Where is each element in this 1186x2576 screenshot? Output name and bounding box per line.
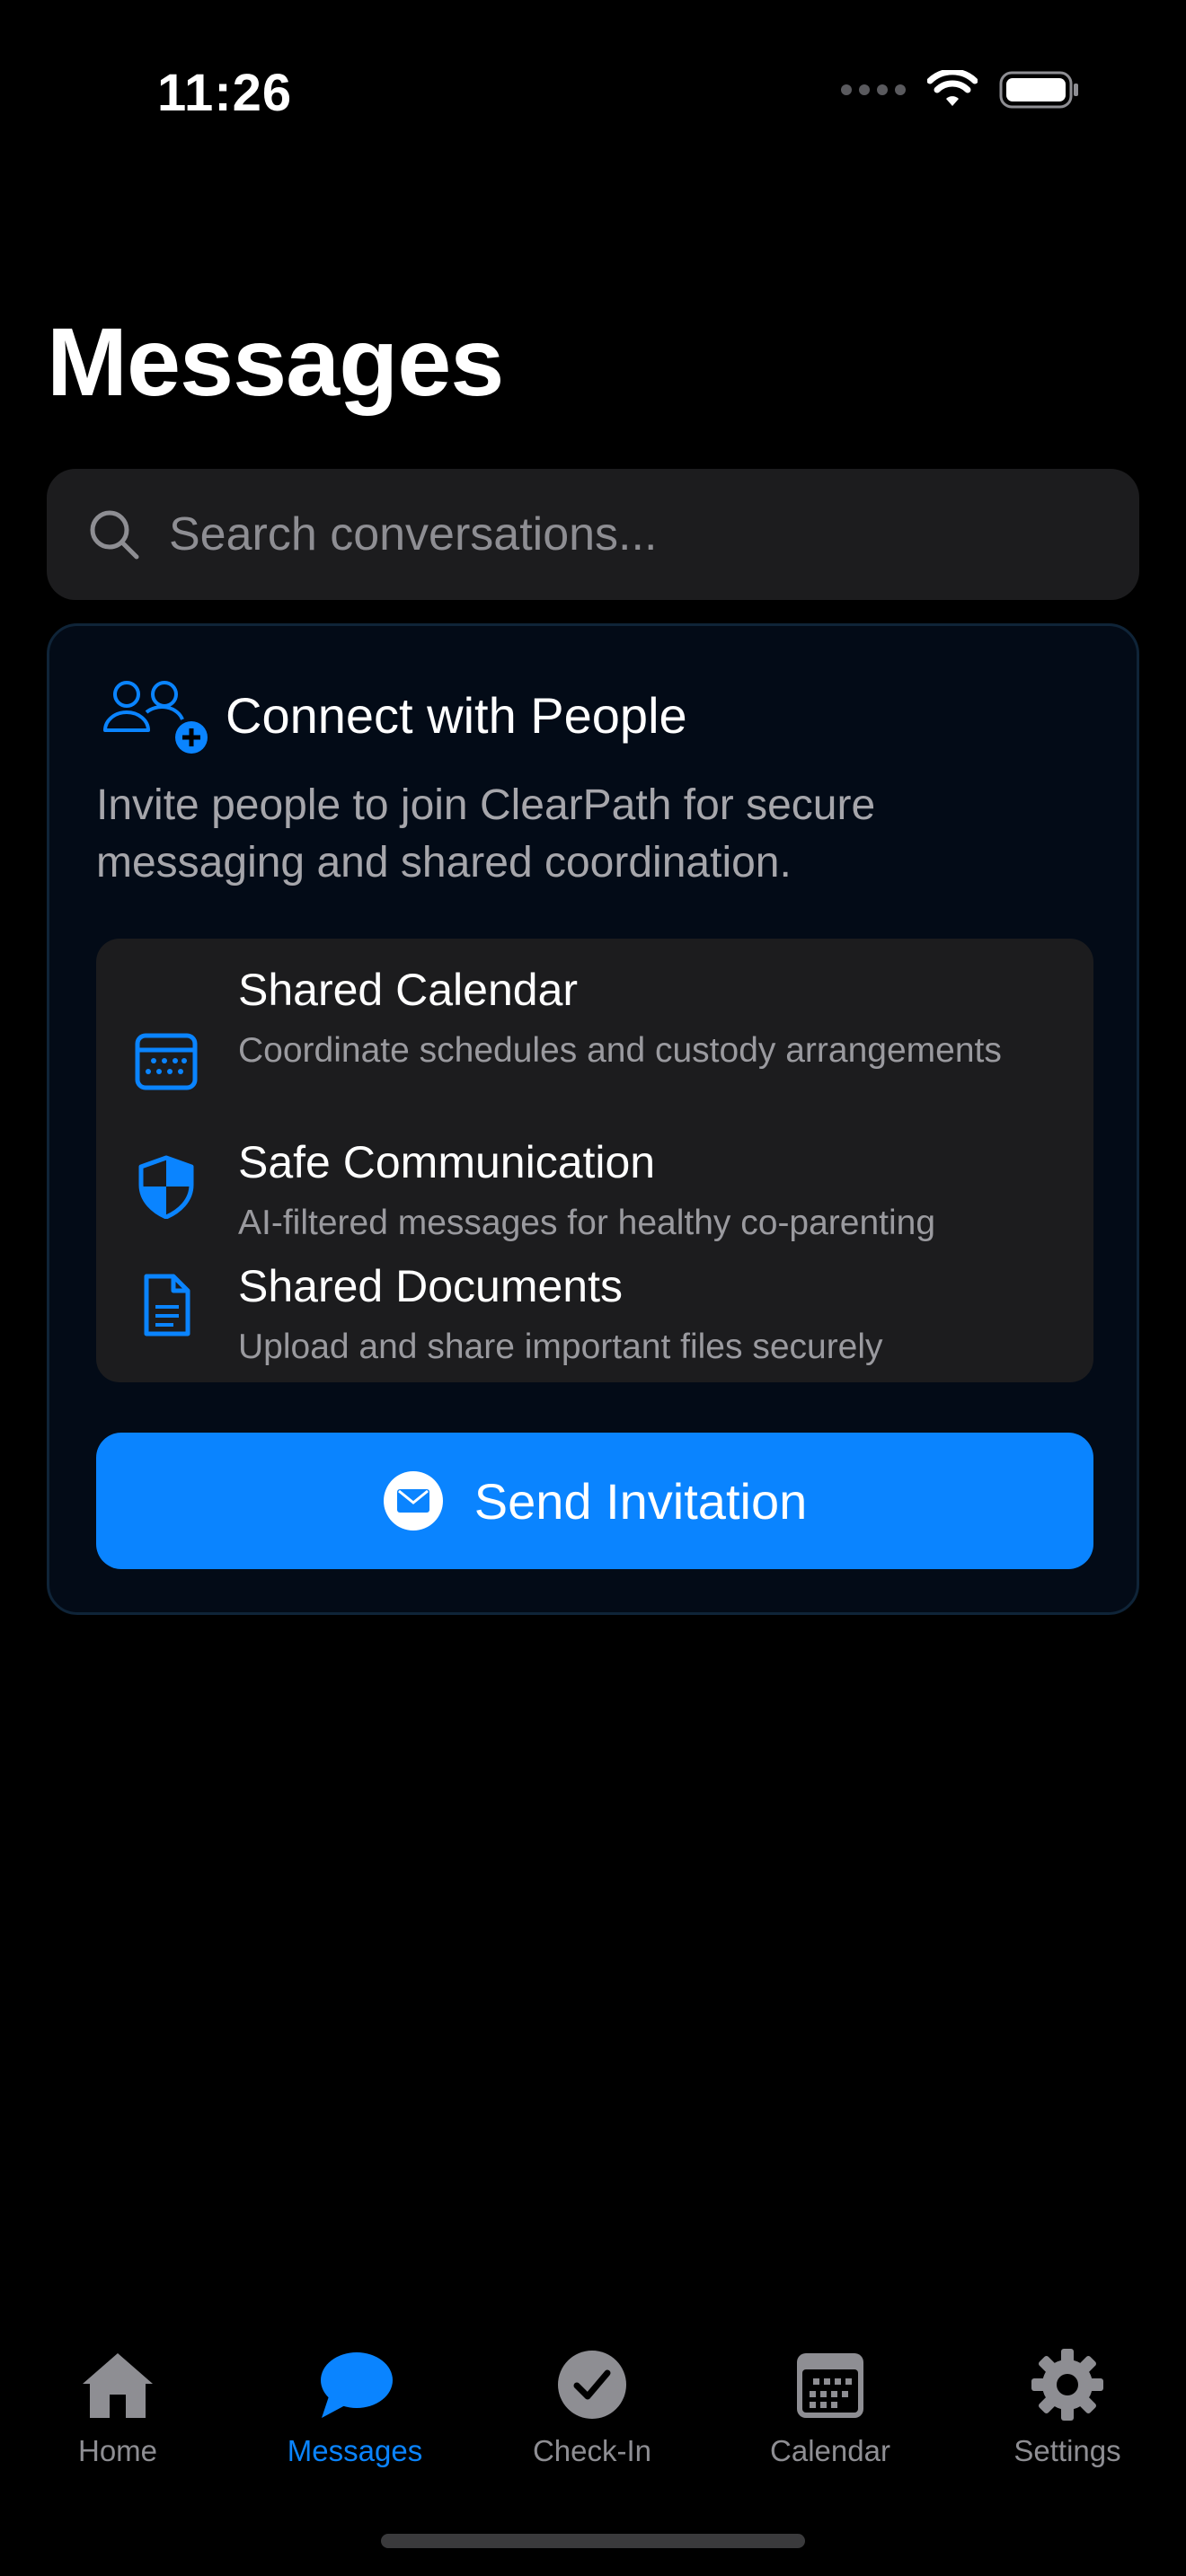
feature-title: Shared Calendar: [238, 965, 579, 1015]
tab-settings[interactable]: Settings: [978, 2332, 1157, 2468]
home-indicator: [381, 2534, 805, 2548]
search-icon: [90, 510, 139, 560]
tab-bar: Home Messages Check-In Calendar Settings: [0, 2332, 1186, 2493]
status-icons: [841, 70, 1080, 110]
tab-home[interactable]: Home: [28, 2332, 208, 2468]
connect-card: Connect with People Invite people to joi…: [47, 623, 1139, 1615]
wifi-icon: [927, 70, 978, 106]
page-title: Messages: [47, 307, 504, 416]
search-input[interactable]: [169, 507, 1139, 561]
tab-label: Messages: [287, 2434, 423, 2467]
search-bar[interactable]: [47, 469, 1139, 600]
feature-title: Safe Communication: [238, 1137, 656, 1187]
calendar-icon: [797, 2353, 863, 2418]
tab-check-in[interactable]: Check-In: [502, 2332, 682, 2468]
tab-label: Calendar: [770, 2434, 890, 2467]
feature-subtitle: Upload and share important files securel…: [238, 1328, 883, 1366]
house-icon: [83, 2353, 153, 2418]
tab-calendar[interactable]: Calendar: [740, 2332, 920, 2468]
cellular-signal-icon: [841, 84, 906, 95]
tab-messages[interactable]: Messages: [265, 2332, 445, 2468]
feature-subtitle: AI-filtered messages for healthy co-pare…: [238, 1204, 936, 1242]
send-invitation-button[interactable]: Send Invitation: [96, 1433, 1093, 1569]
send-invitation-label: Send Invitation: [474, 1472, 808, 1530]
feature-list: Shared Calendar Coordinate schedules and…: [96, 939, 1093, 1382]
checkmark-circle-icon: [558, 2351, 626, 2419]
status-time: 11:26: [157, 64, 293, 122]
tab-label: Settings: [1013, 2434, 1121, 2467]
document-icon: [144, 1274, 190, 1337]
feature-subtitle: Coordinate schedules and custody arrange…: [238, 1031, 1002, 1070]
tab-label: Home: [77, 2434, 158, 2467]
message-bubble-icon: [321, 2352, 393, 2418]
feature-title: Shared Documents: [238, 1261, 624, 1311]
card-header: Connect with People: [100, 675, 687, 755]
shield-icon: [138, 1155, 194, 1219]
card-description: Invite people to join ClearPath for secu…: [96, 781, 876, 887]
card-title: Connect with People: [226, 686, 687, 744]
tab-label: Check-In: [532, 2434, 652, 2467]
envelope-icon: [383, 1471, 443, 1531]
battery-icon: [999, 71, 1078, 109]
calendar-icon: [135, 1033, 198, 1090]
people-add-icon: [103, 681, 208, 754]
messages-screen: 11:26 Messages Search conversations... C…: [0, 0, 1186, 2576]
gear-icon: [1031, 2349, 1103, 2421]
